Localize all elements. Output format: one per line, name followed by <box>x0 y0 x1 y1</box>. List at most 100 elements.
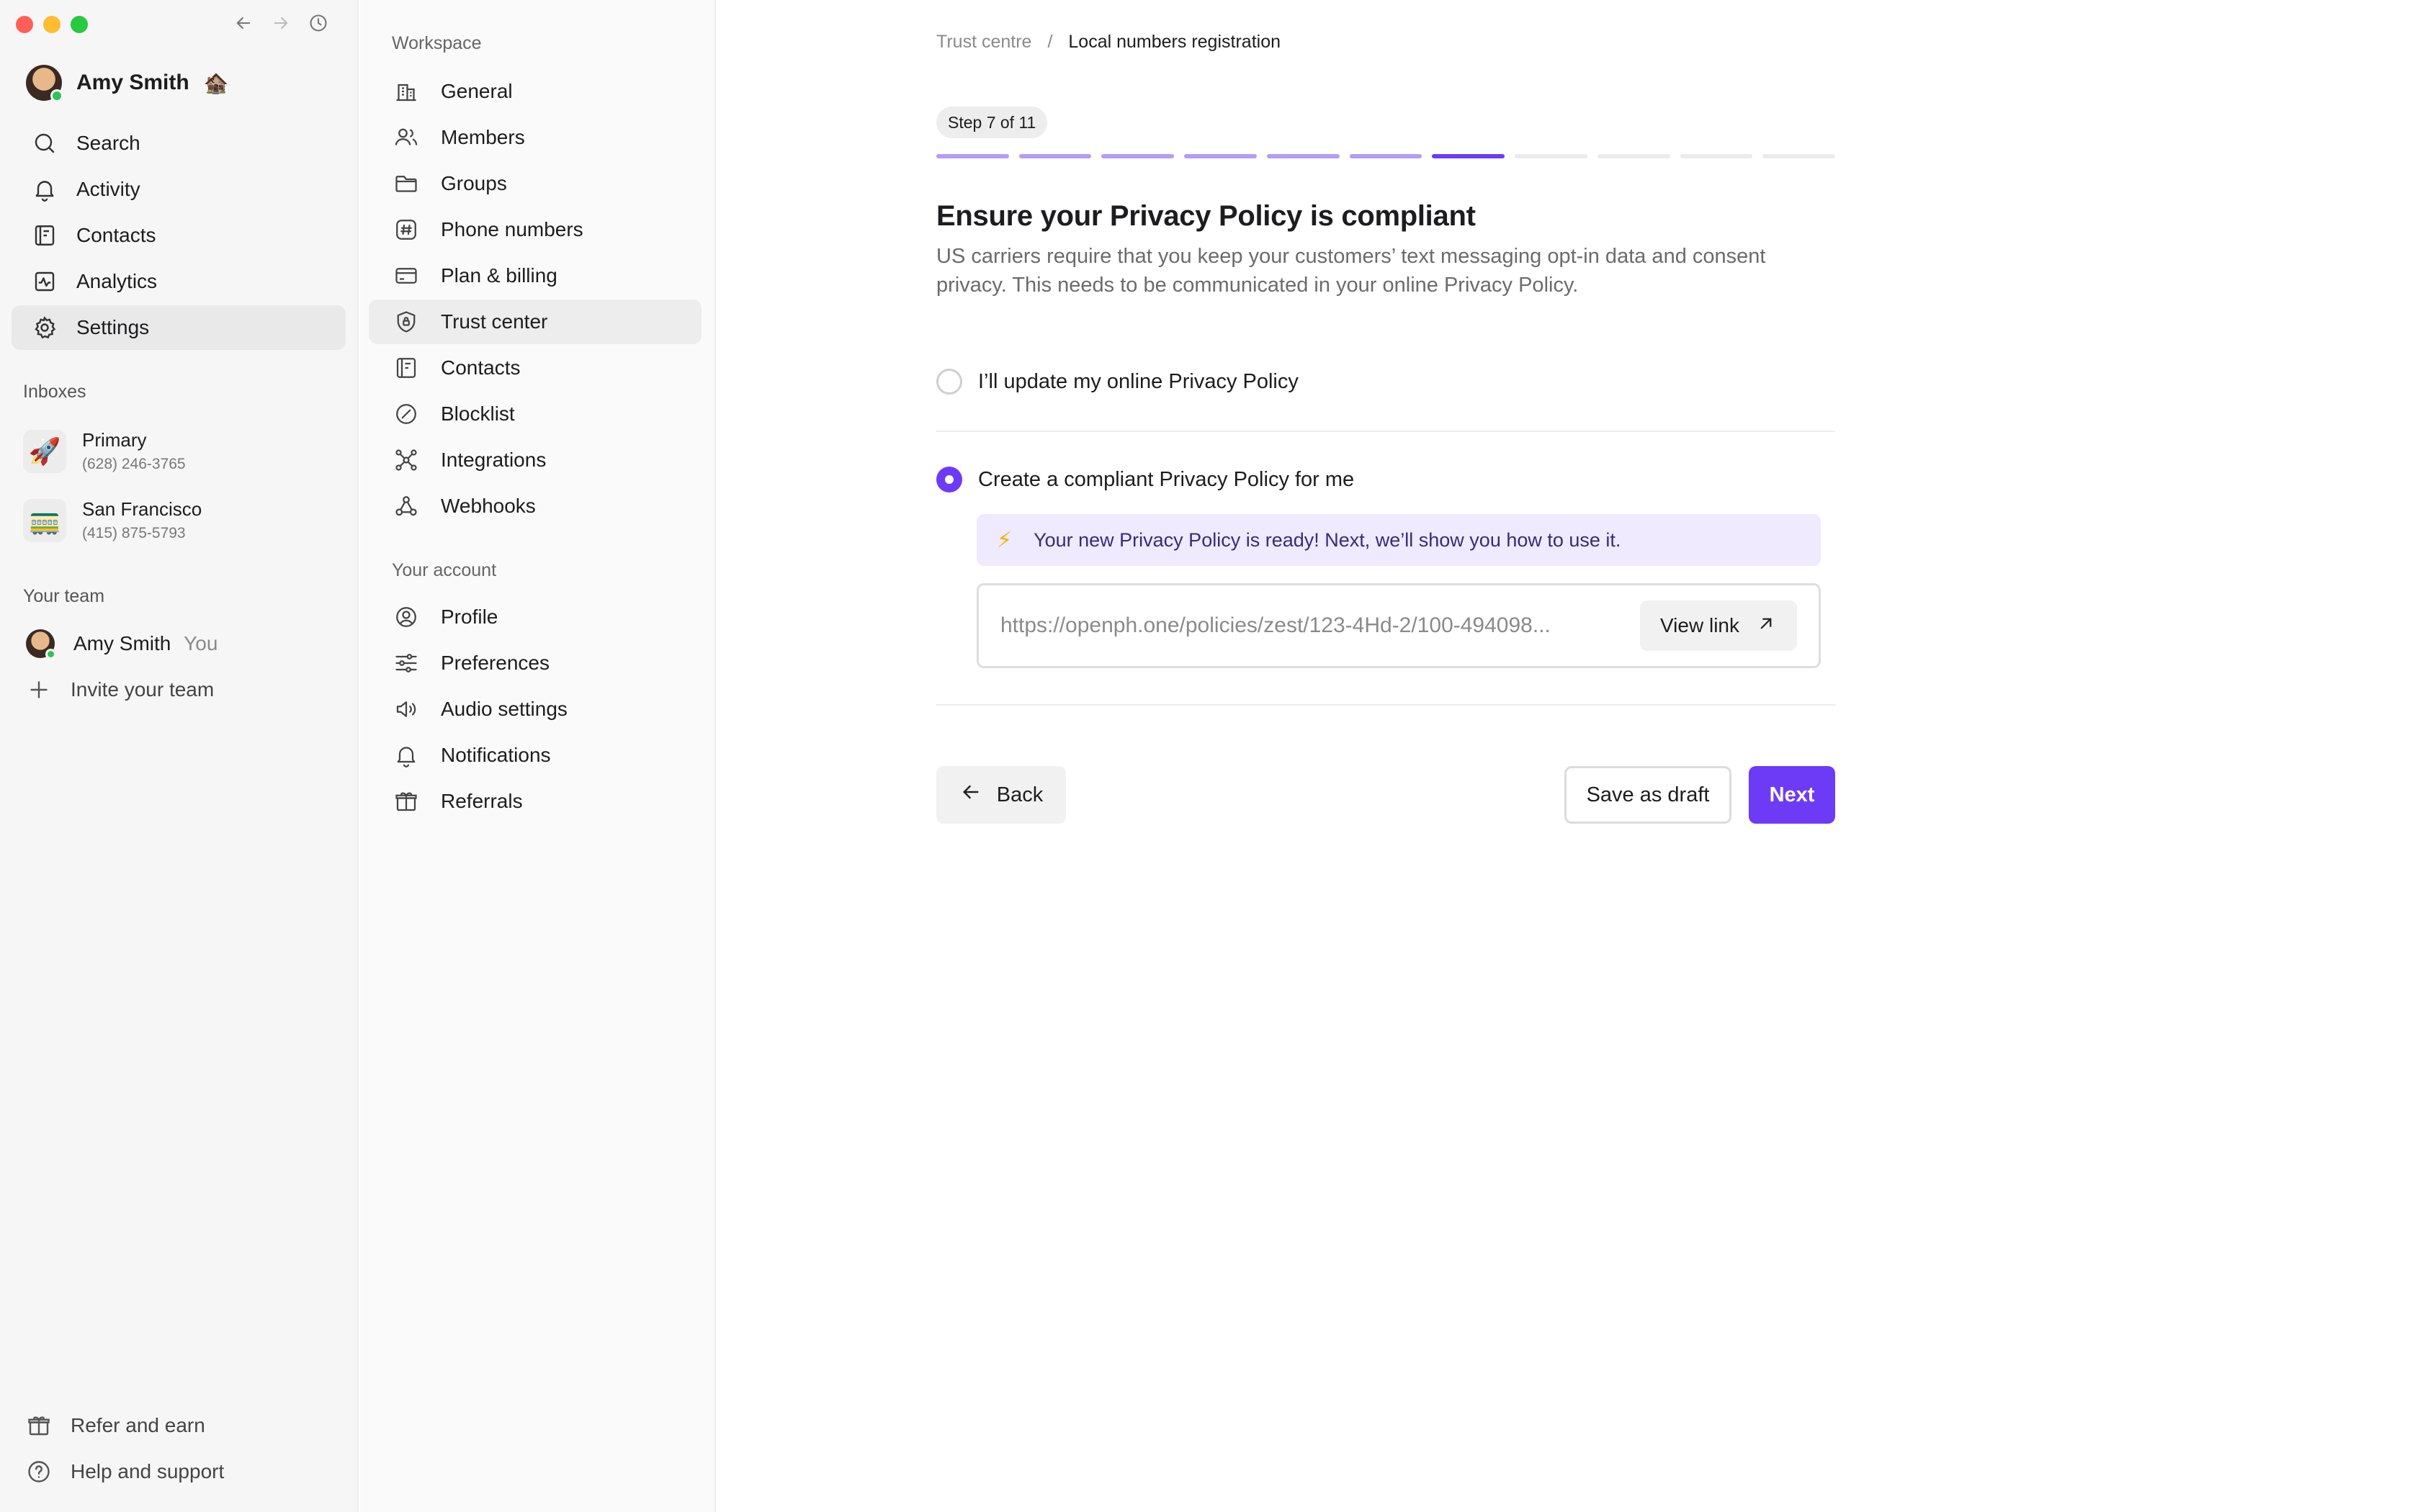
subnav-item-contacts[interactable]: Contacts <box>369 346 702 390</box>
workspace-heading: Workspace <box>392 33 482 53</box>
subnav-item-label: Groups <box>441 172 507 194</box>
subnav-item-notifications[interactable]: Notifications <box>369 733 702 778</box>
arrow-left-icon <box>959 780 982 809</box>
subnav-item-label: Phone numbers <box>441 218 583 240</box>
nav-item-label: Analytics <box>76 270 158 292</box>
option-update-own-policy[interactable]: I’ll update my online Privacy Policy <box>936 369 1299 395</box>
forward-arrow-icon[interactable] <box>268 10 294 36</box>
inbox-name: Primary <box>82 429 147 451</box>
subnav-item-integrations[interactable]: Integrations <box>369 438 702 482</box>
minimize-window-button[interactable] <box>43 16 60 33</box>
workspace-list: General Members Groups Phone numbers Pla… <box>369 69 702 530</box>
option-create-policy[interactable]: Create a compliant Privacy Policy for me <box>936 467 1354 492</box>
bell-icon <box>393 742 419 768</box>
card-icon <box>393 263 419 289</box>
radio-selected[interactable] <box>936 467 962 492</box>
block-icon <box>393 401 419 427</box>
speaker-icon <box>393 696 419 722</box>
back-label: Back <box>996 783 1044 806</box>
nav-item-label: Contacts <box>76 224 156 246</box>
hash-icon <box>393 217 419 243</box>
subnav-item-profile[interactable]: Profile <box>369 595 702 639</box>
help-and-support-label: Help and support <box>71 1460 225 1482</box>
progress-segment-8 <box>1515 154 1587 158</box>
window-controls <box>16 16 88 33</box>
view-link-button[interactable]: View link <box>1640 600 1797 651</box>
history-navigation <box>230 10 331 36</box>
option-label: I’ll update my online Privacy Policy <box>978 369 1299 393</box>
user-status-emoji: 🏚️ <box>203 71 229 94</box>
option-label: Create a compliant Privacy Policy for me <box>978 467 1355 491</box>
contacts-icon <box>393 355 419 381</box>
subnav-item-label: Trust center <box>441 310 548 333</box>
history-clock-icon[interactable] <box>305 10 331 36</box>
subnav-item-general[interactable]: General <box>369 69 702 114</box>
subnav-item-label: Profile <box>441 606 498 628</box>
search-icon <box>32 130 58 156</box>
invite-team-button[interactable]: Invite your team <box>26 677 214 703</box>
building-icon <box>393 78 419 104</box>
gift-icon <box>393 788 419 814</box>
subnav-item-webhooks[interactable]: Webhooks <box>369 484 702 528</box>
step-badge: Step 7 of 11 <box>936 107 1048 138</box>
close-window-button[interactable] <box>16 16 33 33</box>
nav-item-contacts[interactable]: Contacts <box>12 213 346 258</box>
policy-link-field: https://openph.one/policies/zest/123-4Hd… <box>977 583 1821 668</box>
inbox-name: San Francisco <box>82 498 202 520</box>
subnav-item-label: Members <box>441 126 525 148</box>
subnav-item-trust-center[interactable]: Trust center <box>369 300 702 344</box>
notice-text: Your new Privacy Policy is ready! Next, … <box>1034 528 1621 551</box>
save-as-draft-button[interactable]: Save as draft <box>1564 766 1731 824</box>
breadcrumb: Trust centre / Local numbers registratio… <box>936 32 1281 53</box>
progress-segment-3 <box>1101 154 1175 158</box>
webhooks-icon <box>393 493 419 519</box>
plus-icon <box>26 677 52 703</box>
team-member-name: Amy Smith <box>73 632 171 654</box>
progress-segment-1 <box>936 154 1009 158</box>
subnav-item-groups[interactable]: Groups <box>369 161 702 206</box>
subnav-item-audio-settings[interactable]: Audio settings <box>369 687 702 732</box>
rocket-icon: 🚀 <box>23 429 66 473</box>
subnav-item-blocklist[interactable]: Blocklist <box>369 392 702 436</box>
subnav-item-preferences[interactable]: Preferences <box>369 641 702 685</box>
subnav-item-label: Preferences <box>441 652 550 674</box>
inbox-item-primary[interactable]: 🚀 Primary (628) 246-3765 <box>23 429 186 473</box>
next-button[interactable]: Next <box>1749 766 1835 824</box>
progress-segment-11 <box>1762 154 1836 158</box>
back-arrow-icon[interactable] <box>230 10 256 36</box>
nav-item-activity[interactable]: Activity <box>12 167 346 212</box>
subnav-item-label: Blocklist <box>441 402 515 425</box>
shield-icon <box>393 309 419 335</box>
policy-url[interactable]: https://openph.one/policies/zest/123-4Hd… <box>1000 613 1551 638</box>
team-member-amy-smith[interactable]: Amy Smith You <box>26 629 218 660</box>
you-tag: You <box>184 632 218 654</box>
your-account-heading: Your account <box>392 560 497 580</box>
progress-segment-6 <box>1349 154 1422 158</box>
subnav-item-label: Contacts <box>441 356 521 379</box>
breadcrumb-parent-link[interactable]: Trust centre <box>936 32 1031 53</box>
progress-segment-5 <box>1266 154 1340 158</box>
subnav-item-label: Plan & billing <box>441 264 557 287</box>
user-profile-button[interactable]: Amy Smith 🏚️ <box>26 65 229 102</box>
nav-item-search[interactable]: Search <box>12 121 346 166</box>
subnav-item-referrals[interactable]: Referrals <box>369 779 702 824</box>
nav-item-analytics[interactable]: Analytics <box>12 259 346 304</box>
subnav-item-plan-billing[interactable]: Plan & billing <box>369 253 702 298</box>
inbox-item-san-francisco[interactable]: 🚃 San Francisco (415) 875-5793 <box>23 498 202 542</box>
avatar <box>26 629 56 660</box>
zoom-window-button[interactable] <box>71 16 88 33</box>
page-title: Ensure your Privacy Policy is compliant <box>936 200 1476 232</box>
help-and-support-link[interactable]: Help and support <box>26 1459 224 1485</box>
breadcrumb-current: Local numbers registration <box>1068 32 1281 52</box>
back-button[interactable]: Back <box>936 766 1066 824</box>
subnav-item-label: Webhooks <box>441 495 536 517</box>
refer-and-earn-label: Refer and earn <box>71 1414 205 1436</box>
contacts-icon <box>32 222 58 248</box>
subnav-item-label: Notifications <box>441 744 551 766</box>
nav-item-settings[interactable]: Settings <box>12 305 346 350</box>
subnav-item-phone-numbers[interactable]: Phone numbers <box>369 207 702 252</box>
inbox-phone: (415) 875-5793 <box>82 525 186 541</box>
radio-unselected[interactable] <box>936 369 962 395</box>
subnav-item-members[interactable]: Members <box>369 115 702 160</box>
refer-and-earn-link[interactable]: Refer and earn <box>26 1413 205 1439</box>
